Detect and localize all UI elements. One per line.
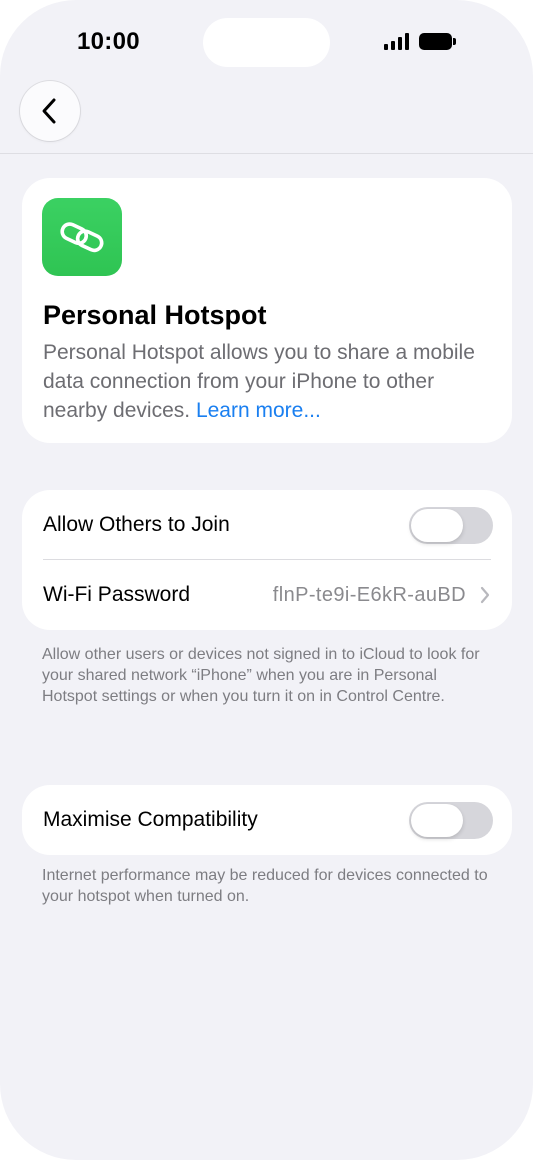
allow-others-footnote: Allow other users or devices not signed … [42, 646, 480, 705]
allow-others-toggle[interactable] [409, 506, 493, 544]
wifi-password-label: Wi-Fi Password [43, 583, 191, 606]
cellular-signal-icon [384, 33, 409, 50]
hotspot-settings-group: Allow Others to Join Wi-Fi Password flnP… [22, 490, 512, 630]
status-time: 10:00 [77, 28, 140, 55]
maximise-compatibility-toggle[interactable] [409, 801, 493, 839]
allow-others-row: Allow Others to Join [22, 490, 512, 560]
hotspot-info-card: Personal Hotspot Personal Hotspot allows… [22, 178, 512, 443]
link-chain-icon [42, 198, 122, 276]
battery-icon [419, 33, 456, 50]
allow-others-label: Allow Others to Join [43, 513, 230, 536]
maximise-compatibility-label: Maximise Compatibility [43, 808, 258, 831]
wifi-password-row[interactable]: Wi-Fi Password flnP-te9i-E6kR-auBD [22, 560, 512, 630]
maximise-compatibility-row: Maximise Compatibility [22, 785, 512, 855]
wifi-password-value: flnP-te9i-E6kR-auBD [272, 583, 466, 606]
learn-more-link[interactable]: Learn more... [196, 399, 321, 422]
phone-screen: 10:00 Personal Hotspot Personal Hotspot … [0, 0, 533, 1160]
dynamic-island [203, 18, 330, 67]
toggle-knob [411, 508, 463, 542]
page-title: Personal Hotspot [43, 300, 267, 330]
chevron-left-icon [42, 98, 56, 124]
back-button[interactable] [20, 81, 80, 141]
hero-description: Personal Hotspot allows you to share a m… [43, 338, 503, 425]
toggle-knob [411, 803, 463, 837]
status-icons [384, 33, 456, 50]
compatibility-footnote: Internet performance may be reduced for … [42, 867, 488, 905]
nav-divider [0, 153, 533, 154]
chevron-right-icon [478, 585, 492, 605]
compatibility-group: Maximise Compatibility [22, 785, 512, 855]
